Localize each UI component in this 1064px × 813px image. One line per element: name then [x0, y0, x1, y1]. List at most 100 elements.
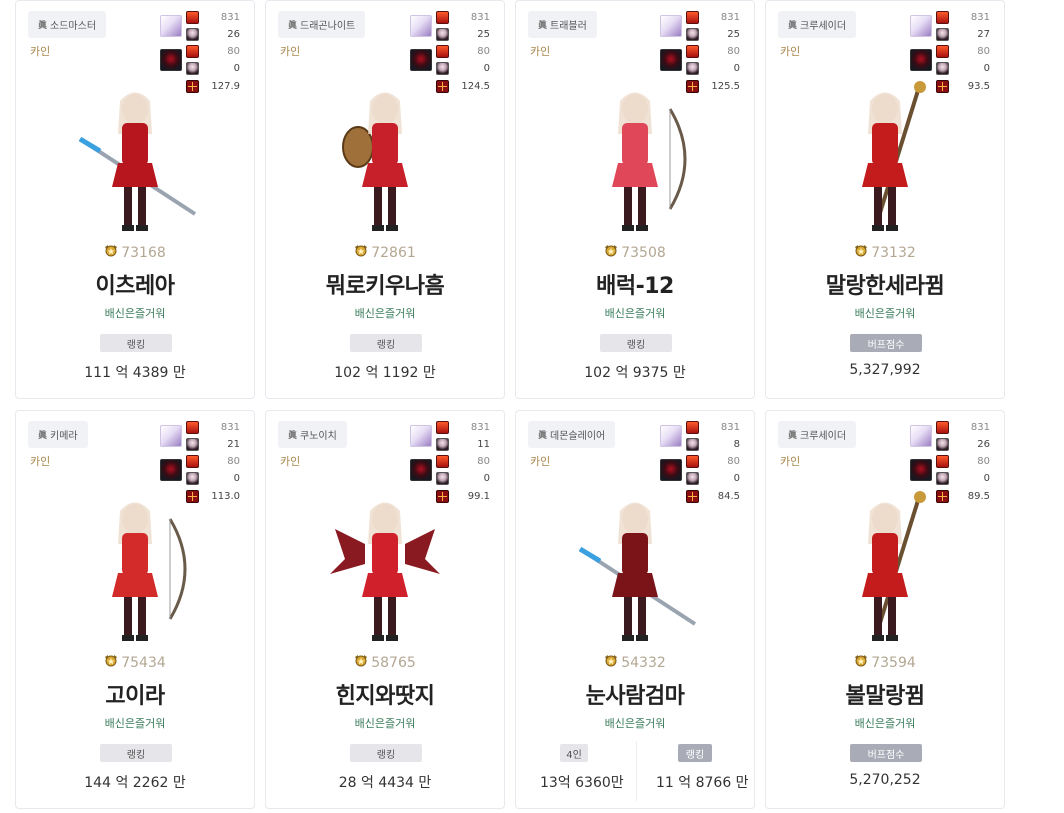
fame-medal-icon [104, 244, 118, 258]
avatar-icon [186, 438, 199, 451]
equipment-summary-grid: 831 11 80 0 [410, 419, 490, 487]
character-sprite [560, 79, 710, 239]
equipment-set-icon [186, 421, 199, 434]
aura-portrait-icon [160, 49, 182, 71]
equipment-set-icon [686, 421, 699, 434]
fame-score-value: 58765 [371, 655, 416, 671]
ranking-damage-value: 144 억 2262 만 [84, 775, 186, 791]
ranking-damage-value: 102 억 9375 만 [584, 365, 686, 381]
server-name: 카인 [530, 455, 551, 468]
class-tag: 眞 소드마스터 [28, 11, 107, 38]
title-level-value: 80 [727, 456, 740, 467]
character-card[interactable]: 眞 크루세이더 카인 831 27 80 0 93.5 73132 말랑한세라뀜 배신은즐거워 버프점… [765, 0, 1005, 399]
ranking-badge: 랭킹 [600, 334, 672, 352]
class-name: 드래곤나이트 [300, 21, 356, 32]
class-name: 크루세이더 [800, 431, 847, 442]
character-sprite [310, 79, 460, 239]
party-damage-value: 13억 6360만 [540, 775, 624, 791]
character-card[interactable]: 眞 드래곤나이트 카인 831 25 80 0 124.5 72861 뭐로키우나흠 배신은즐거워 랭… [265, 0, 505, 399]
fame-medal-icon [604, 654, 618, 668]
item-level-value: 831 [220, 422, 240, 433]
pet-count-value: 0 [983, 473, 990, 484]
equipment-summary-grid: 831 21 80 0 [160, 419, 240, 487]
fame-medal-icon [604, 244, 618, 258]
item-level-value: 831 [720, 422, 740, 433]
character-name: 뭐로키우나흠 [325, 274, 445, 299]
fame-score: 73594 [766, 654, 1004, 671]
title-level-value: 80 [977, 456, 990, 467]
pet-count-value: 0 [483, 63, 490, 74]
title-icon [936, 455, 949, 468]
character-name: 눈사람검마 [585, 684, 685, 709]
class-tag: 眞 크루세이더 [778, 11, 857, 38]
creature-portrait-icon [160, 425, 182, 447]
pet-count-value: 0 [983, 63, 990, 74]
avatar-count-value: 25 [727, 29, 740, 40]
class-tier-icon: 眞 [538, 21, 548, 31]
class-tier-icon: 眞 [38, 21, 48, 31]
character-card[interactable]: 眞 데몬슬레이어 카인 831 8 80 0 84.5 54332 눈사람검마 배신은즐거워 4인 랭킹… [515, 410, 755, 809]
aura-portrait-icon [160, 459, 182, 481]
pet-count-value: 0 [733, 63, 740, 74]
creature-portrait-icon [410, 425, 432, 447]
character-name: 볼말랑뀜 [845, 684, 925, 709]
title-icon [436, 45, 449, 58]
character-card[interactable]: 眞 쿠노이치 카인 831 11 80 0 99.1 58765 힌지와땃지 배신은즐거워 랭킹 28 … [265, 410, 505, 809]
class-tag: 眞 드래곤나이트 [278, 11, 366, 38]
character-card[interactable]: 眞 소드마스터 카인 831 26 80 0 127.9 73168 이츠레아 배신은즐거워 랭킹 11… [15, 0, 255, 399]
ranking-damage-value: 102 억 1192 만 [334, 365, 436, 381]
ranking-badge: 랭킹 [350, 334, 422, 352]
guild-name: 배신은즐거워 [854, 717, 916, 730]
title-icon [686, 45, 699, 58]
avatar-count-value: 21 [227, 439, 240, 450]
title-level-value: 80 [477, 46, 490, 57]
class-tier-icon: 眞 [788, 431, 798, 441]
fame-medal-icon [104, 654, 118, 668]
class-tag: 眞 쿠노이치 [278, 421, 347, 448]
stat-divider [636, 741, 637, 801]
class-name: 데몬슬레이어 [550, 431, 606, 442]
equipment-summary-grid: 831 27 80 0 [910, 9, 990, 77]
creature-portrait-icon [160, 15, 182, 37]
title-icon [436, 455, 449, 468]
buff-score-value: 5,270,252 [849, 772, 921, 788]
avatar-icon [436, 28, 449, 41]
fame-score-value: 73132 [871, 245, 916, 261]
character-sprite [560, 489, 710, 649]
class-name: 트래블러 [550, 21, 587, 32]
aura-portrait-icon [910, 459, 932, 481]
title-level-value: 80 [977, 46, 990, 57]
character-card[interactable]: 眞 트래블러 카인 831 25 80 0 125.5 73508 배럭-12 배신은즐거워 랭킹 10… [515, 0, 755, 399]
character-name: 말랑한세라뀜 [825, 274, 945, 299]
character-card[interactable]: 眞 키메라 카인 831 21 80 0 113.0 75434 고이라 배신은즐거워 랭킹 144 억… [15, 410, 255, 809]
fame-medal-icon [854, 654, 868, 668]
class-tier-icon: 眞 [538, 431, 548, 441]
pet-icon [436, 62, 449, 75]
creature-portrait-icon [410, 15, 432, 37]
pet-count-value: 0 [483, 473, 490, 484]
item-level-value: 831 [970, 12, 990, 23]
equipment-set-icon [936, 421, 949, 434]
item-level-value: 831 [720, 12, 740, 23]
character-sprite [60, 79, 210, 239]
fame-medal-icon [354, 654, 368, 668]
equipment-set-icon [186, 11, 199, 24]
guild-name: 배신은즐거워 [104, 307, 166, 320]
class-tier-icon: 眞 [788, 21, 798, 31]
item-level-value: 831 [470, 422, 490, 433]
item-level-value: 831 [470, 12, 490, 23]
server-name: 카인 [780, 455, 801, 468]
class-tag: 眞 키메라 [28, 421, 88, 448]
title-icon [186, 45, 199, 58]
character-card-grid: 眞 소드마스터 카인 831 26 80 0 127.9 73168 이츠레아 배신은즐거워 랭킹 11… [0, 0, 1064, 813]
creature-portrait-icon [910, 425, 932, 447]
character-card[interactable]: 眞 크루세이더 카인 831 26 80 0 89.5 73594 볼말랑뀜 배신은즐거워 버프점수 5… [765, 410, 1005, 809]
title-level-value: 80 [227, 456, 240, 467]
title-icon [936, 45, 949, 58]
character-name: 배럭-12 [596, 274, 674, 299]
fame-score: 73168 [16, 244, 254, 261]
pet-count-value: 0 [233, 473, 240, 484]
character-name: 고이라 [105, 684, 165, 709]
server-name: 카인 [280, 455, 301, 468]
fame-score-value: 75434 [121, 655, 166, 671]
